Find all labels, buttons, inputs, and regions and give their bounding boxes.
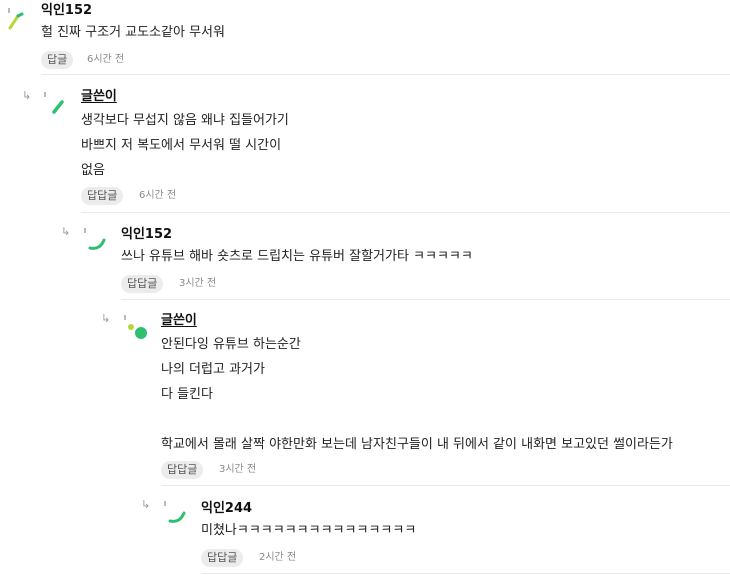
comment-text: 없음 xyxy=(81,163,105,178)
comment-text: 생각보다 무섭지 않음 왜냐 집들어가기 xyxy=(81,113,289,128)
comment-text: 안된다잉 유튜브 하는순간 xyxy=(161,337,301,352)
comment-text: 나의 더럽고 과거가 xyxy=(161,362,265,377)
reply-button[interactable]: 답답글 xyxy=(161,461,204,479)
comment-text: 쓰나 유튜브 해바 숏츠로 드립치는 유튜버 잘할거가타 ㅋㅋㅋㅋㅋ xyxy=(121,249,473,264)
comment-text: 다 들킨다 xyxy=(161,387,213,402)
avatar-icon xyxy=(44,92,64,114)
comment-author[interactable]: 글쓴이 xyxy=(81,89,117,105)
comment-text: 바쁘지 저 복도에서 무서워 떨 시간이 xyxy=(81,138,282,153)
avatar-icon xyxy=(84,228,106,250)
comment-author[interactable]: 익인152 xyxy=(121,227,172,243)
reply-button[interactable]: 답답글 xyxy=(201,549,244,567)
avatar-icon xyxy=(124,315,147,339)
avatar-icon xyxy=(164,501,186,523)
comment-time: 3시간 전 xyxy=(179,278,217,289)
reply-button[interactable]: 답답글 xyxy=(81,187,124,205)
reply-arrow-icon: ↳ xyxy=(101,312,111,325)
comment-author[interactable]: 글쓴이 xyxy=(161,313,197,329)
avatar-icon xyxy=(8,8,24,30)
reply-arrow-icon: ↳ xyxy=(22,89,32,102)
reply-arrow-icon: ↳ xyxy=(61,225,71,238)
comment-time: 6시간 전 xyxy=(139,190,177,201)
divider xyxy=(161,485,730,486)
reply-arrow-icon: ↳ xyxy=(141,498,151,511)
comment-time: 6시간 전 xyxy=(87,54,125,65)
reply-button[interactable]: 답답글 xyxy=(121,275,164,293)
comment-text: 학교에서 몰래 살짝 야한만화 보는데 남자친구들이 내 뒤에서 같이 내화면 … xyxy=(161,437,673,452)
divider xyxy=(121,299,730,300)
comment-author[interactable]: 익인152 xyxy=(41,3,92,19)
comment-author[interactable]: 익인244 xyxy=(201,501,252,517)
divider xyxy=(41,74,730,75)
comment-time: 2시간 전 xyxy=(259,552,297,563)
divider xyxy=(201,573,730,574)
comment-text: 헐 진짜 구조거 교도소같아 무서워 xyxy=(41,25,225,40)
divider xyxy=(81,212,730,213)
comment-time: 3시간 전 xyxy=(219,464,257,475)
comment-text: 미쳤나ㅋㅋㅋㅋㅋㅋㅋㅋㅋㅋㅋㅋㅋㅋㅋ xyxy=(201,523,417,538)
reply-button[interactable]: 답글 xyxy=(41,51,74,69)
